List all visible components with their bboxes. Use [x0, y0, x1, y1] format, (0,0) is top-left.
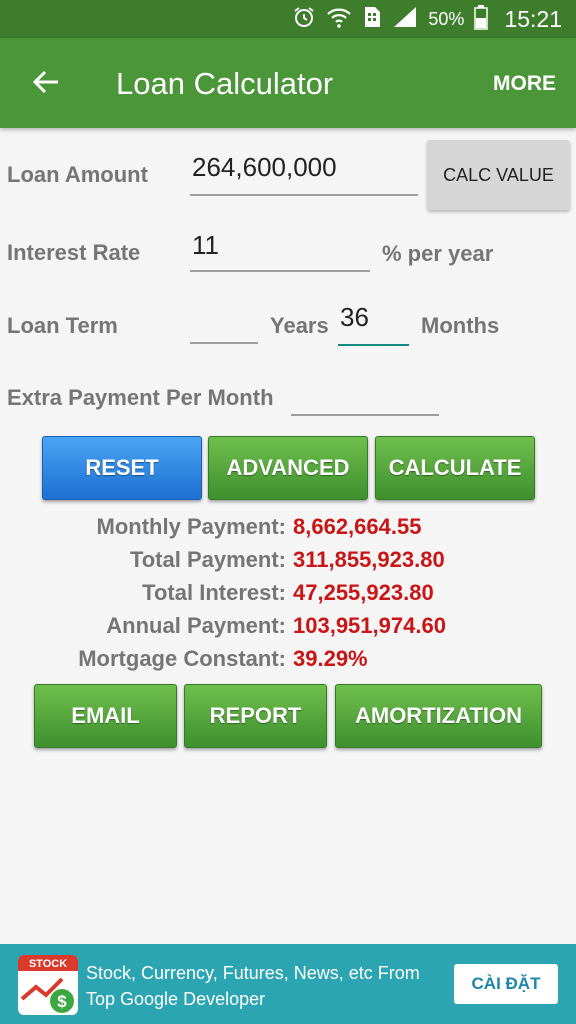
- status-bar: 50% 15:21: [0, 0, 576, 38]
- alarm-icon: [292, 5, 316, 34]
- install-button[interactable]: CÀI ĐẶT: [454, 964, 558, 1004]
- report-button[interactable]: REPORT: [184, 684, 327, 748]
- result-total-interest: Total Interest: 47,255,923.80: [0, 580, 576, 613]
- result-value: 47,255,923.80: [293, 580, 434, 605]
- calculate-button[interactable]: CALCULATE: [375, 436, 535, 500]
- page-title: Loan Calculator: [116, 66, 334, 101]
- months-label: Months: [421, 313, 500, 338]
- result-value: 103,951,974.60: [293, 613, 446, 638]
- reset-button[interactable]: RESET: [42, 436, 202, 500]
- result-value: 39.29%: [293, 646, 368, 671]
- svg-text:$: $: [57, 992, 67, 1011]
- result-label: Total Interest:: [142, 580, 286, 605]
- sim-icon: [362, 5, 382, 34]
- result-value: 8,662,664.55: [293, 514, 422, 539]
- result-total-payment: Total Payment: 311,855,923.80: [0, 547, 576, 580]
- calc-value-button[interactable]: CALC VALUE: [427, 140, 570, 210]
- ad-text: Stock, Currency, Futures, News, etc From…: [86, 963, 420, 1009]
- amortization-button[interactable]: AMORTIZATION: [335, 684, 542, 748]
- result-monthly-payment: Monthly Payment: 8,662,664.55: [0, 514, 576, 547]
- signal-icon: [392, 5, 418, 34]
- ad-banner[interactable]: STOCK $ Stock, Currency, Futures, News, …: [0, 944, 576, 1024]
- years-label: Years: [270, 313, 329, 338]
- more-button[interactable]: MORE: [493, 72, 556, 96]
- extra-payment-label: Extra Payment Per Month: [7, 385, 274, 410]
- result-label: Annual Payment:: [106, 613, 286, 638]
- loan-amount-input[interactable]: 264,600,000: [190, 152, 418, 196]
- battery-icon: [474, 4, 489, 35]
- battery-percent: 50%: [428, 8, 465, 29]
- stock-app-icon: STOCK $: [18, 955, 78, 1015]
- result-label: Mortgage Constant:: [78, 646, 286, 671]
- email-button[interactable]: EMAIL: [34, 684, 177, 748]
- result-label: Monthly Payment:: [96, 514, 286, 539]
- interest-rate-unit: % per year: [382, 241, 494, 266]
- loan-term-years-input[interactable]: [190, 302, 258, 344]
- interest-rate-input[interactable]: 11: [190, 230, 370, 272]
- result-annual-payment: Annual Payment: 103,951,974.60: [0, 613, 576, 646]
- loan-amount-label: Loan Amount: [7, 162, 148, 187]
- wifi-icon: [326, 5, 352, 34]
- interest-rate-label: Interest Rate: [7, 240, 141, 265]
- loan-term-label: Loan Term: [7, 313, 118, 338]
- ad-icon-text: STOCK: [29, 958, 67, 970]
- loan-term-months-input[interactable]: 36: [338, 302, 409, 346]
- app-bar: Loan Calculator MORE: [0, 38, 576, 128]
- result-value: 311,855,923.80: [293, 547, 445, 572]
- result-label: Total Payment:: [129, 547, 286, 572]
- clock: 15:21: [504, 5, 562, 32]
- result-mortgage-constant: Mortgage Constant: 39.29%: [0, 646, 576, 679]
- advanced-button[interactable]: ADVANCED: [208, 436, 368, 500]
- back-arrow-icon[interactable]: [28, 64, 64, 100]
- extra-payment-input[interactable]: [291, 374, 439, 416]
